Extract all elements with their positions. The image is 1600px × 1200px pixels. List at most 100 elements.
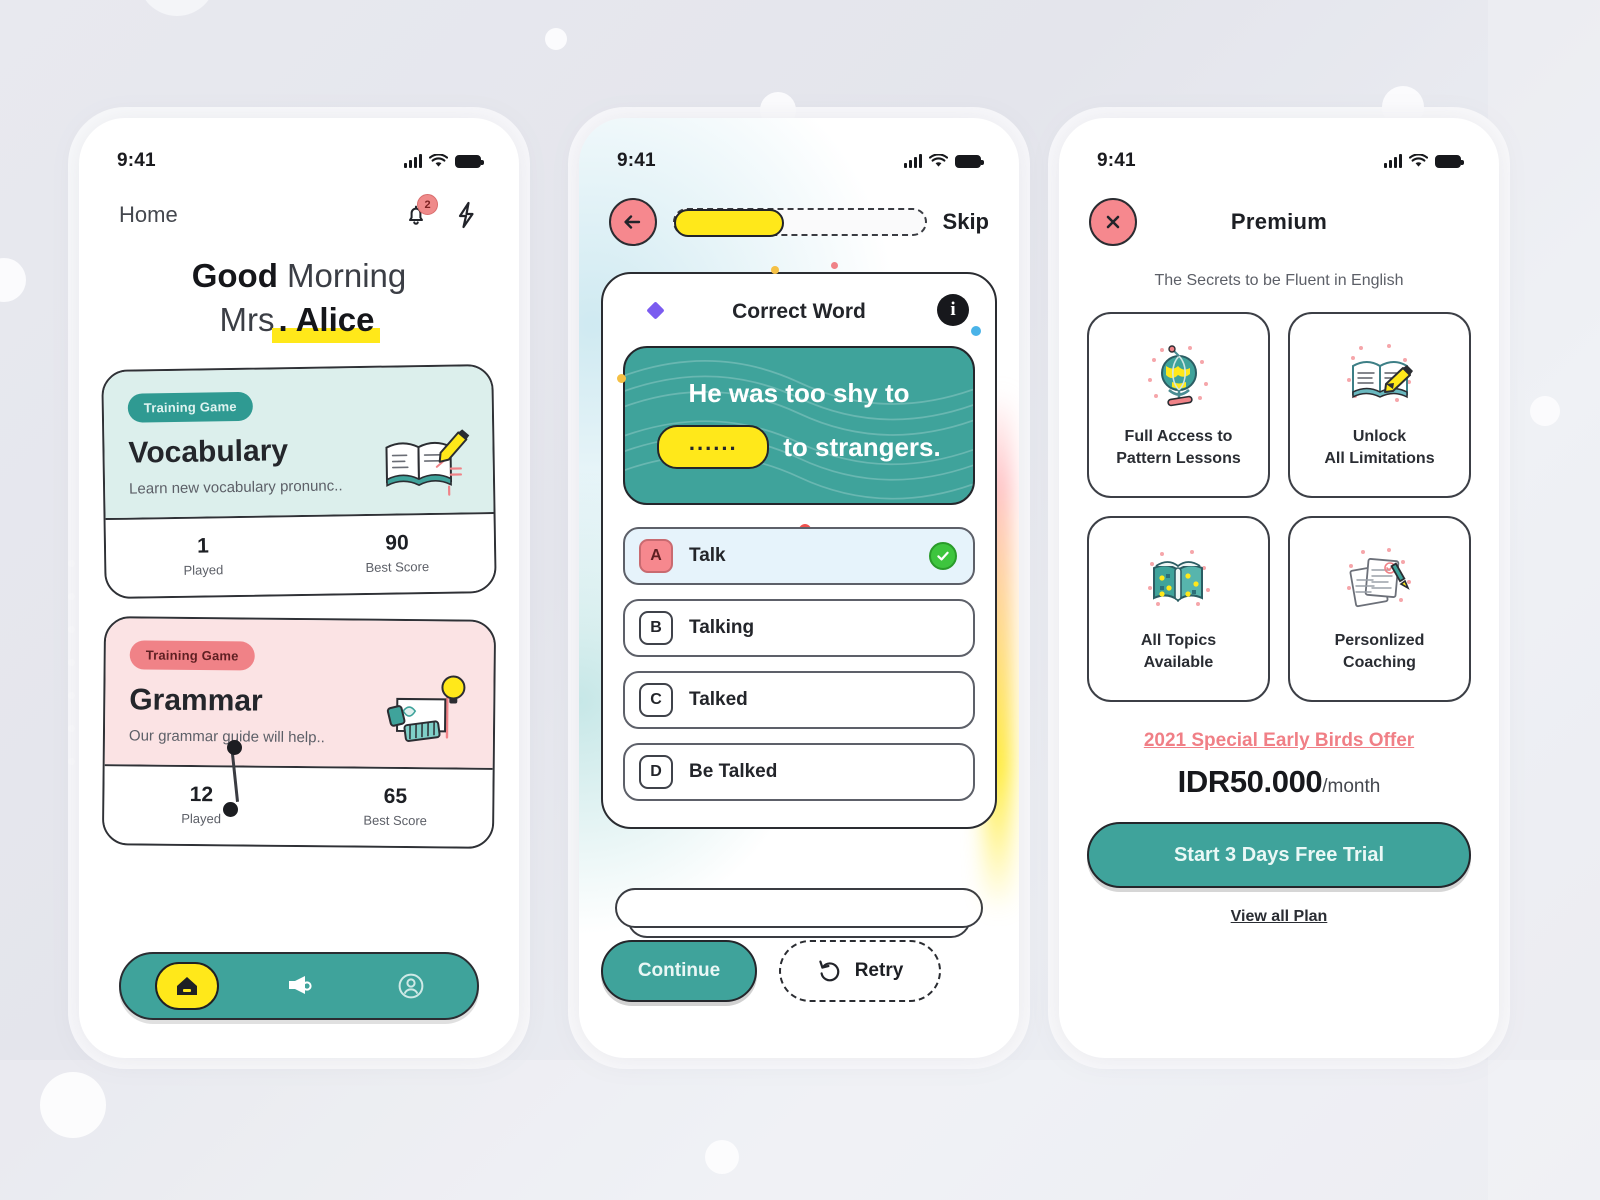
price-block: IDR50.000/month bbox=[1059, 764, 1499, 800]
tab-home[interactable] bbox=[155, 962, 219, 1010]
quiz-footer: Continue Retry bbox=[601, 940, 997, 1002]
answer-option-a[interactable]: A Talk bbox=[623, 527, 975, 585]
answer-option-b[interactable]: B Talking bbox=[623, 599, 975, 657]
undo-arrow-icon bbox=[819, 960, 840, 982]
cellular-signal-icon bbox=[1384, 154, 1402, 168]
start-free-trial-button[interactable]: Start 3 Days Free Trial bbox=[1087, 822, 1471, 888]
quiz-stack-shadow-1 bbox=[615, 888, 983, 928]
phone-home-screen: 9:41 Home 2 Good Morning Mrs . Alice Tra… bbox=[79, 118, 519, 1058]
status-bar: 9:41 bbox=[1059, 118, 1499, 172]
continue-button[interactable]: Continue bbox=[601, 940, 757, 1002]
open-book-pencil-icon bbox=[385, 428, 470, 496]
feature-card-unlock[interactable]: Unlock All Limitations bbox=[1288, 312, 1471, 498]
globe-icon bbox=[1147, 345, 1208, 407]
feature-card-all-topics[interactable]: All Topics Available bbox=[1087, 516, 1270, 702]
check-circle-icon bbox=[929, 542, 957, 570]
status-icons bbox=[404, 154, 484, 168]
stat-value: 65 bbox=[383, 784, 408, 808]
option-text: Talk bbox=[689, 545, 726, 566]
bg-panel-right bbox=[1488, 0, 1600, 1200]
decor-dot-yellow-top bbox=[771, 266, 779, 274]
phone-quiz-screen: 9:41 Skip Correct Word i He was too shy … bbox=[579, 118, 1019, 1058]
status-icons bbox=[904, 154, 984, 168]
feature-line-1: Full Access to bbox=[1124, 428, 1233, 446]
lightning-bolt-icon[interactable] bbox=[453, 200, 479, 230]
bottom-tab-bar bbox=[119, 952, 479, 1020]
game-card-grammar[interactable]: Training Game Grammar Our grammar guide … bbox=[101, 615, 497, 849]
feature-card-coaching[interactable]: Personlized Coaching bbox=[1288, 516, 1471, 702]
notification-badge: 2 bbox=[417, 194, 438, 215]
feature-label: Full Access to Pattern Lessons bbox=[1116, 426, 1240, 469]
cellular-signal-icon bbox=[904, 154, 922, 168]
vocabulary-stat-best-score: 90 Best Score bbox=[300, 513, 495, 593]
grammar-card-body: Training Game Grammar Our grammar guide … bbox=[104, 617, 495, 768]
stat-value: 90 bbox=[385, 530, 409, 555]
feature-line-2: Pattern Lessons bbox=[1116, 450, 1241, 467]
status-time: 9:41 bbox=[1097, 150, 1136, 171]
decor-dot-blue bbox=[971, 326, 981, 336]
answer-option-d[interactable]: D Be Talked bbox=[623, 743, 975, 801]
sentence-line-2: ...... to strangers. bbox=[651, 425, 947, 469]
greeting-block: Good Morning Mrs. Alice bbox=[79, 256, 519, 343]
decor-dot-yellow-left bbox=[617, 374, 626, 383]
answer-option-c[interactable]: C Talked bbox=[623, 671, 975, 729]
feature-label: Unlock All Limitations bbox=[1324, 426, 1434, 469]
special-offer-link[interactable]: 2021 Special Early Birds Offer bbox=[1059, 730, 1499, 752]
bg-circle-left-mid bbox=[0, 258, 26, 302]
stat-label: Best Score bbox=[363, 812, 428, 828]
phone-premium-screen: 9:41 Premium The Secrets to be Fluent in… bbox=[1059, 118, 1499, 1058]
stat-value: 12 bbox=[189, 782, 214, 806]
option-text: Be Talked bbox=[689, 761, 778, 782]
price-amount: IDR50.000 bbox=[1177, 764, 1323, 799]
feature-card-full-access[interactable]: Full Access to Pattern Lessons bbox=[1087, 312, 1270, 498]
sentence-prompt-card: He was too shy to ...... to strangers. bbox=[623, 346, 975, 505]
bg-panel-bottom bbox=[0, 1060, 1600, 1200]
page-title: Premium bbox=[1230, 209, 1328, 234]
greeting-username-highlight: . Alice bbox=[272, 300, 381, 343]
close-button[interactable] bbox=[1089, 198, 1137, 246]
sentence-tail: to strangers. bbox=[783, 431, 941, 462]
answer-blank-slot[interactable]: ...... bbox=[657, 425, 770, 469]
view-all-plan-link[interactable]: View all Plan bbox=[1059, 908, 1499, 926]
vocabulary-stats: 1 Played 90 Best Score bbox=[105, 511, 495, 597]
feature-line-2: Coaching bbox=[1343, 654, 1416, 671]
feature-line-2: All Limitations bbox=[1324, 450, 1435, 467]
back-button[interactable] bbox=[609, 198, 657, 246]
status-bar: 9:41 bbox=[579, 118, 1019, 172]
bg-circle-top-left bbox=[138, 0, 216, 16]
answer-options-list: A Talk B Talking C Talked D Be Talked bbox=[623, 527, 975, 801]
lesson-progress-bar bbox=[673, 208, 927, 237]
feature-line-1: All Topics bbox=[1140, 632, 1217, 650]
quiz-card-header: Correct Word i bbox=[623, 294, 975, 326]
vocabulary-stat-played: 1 Played bbox=[106, 516, 301, 596]
premium-subtitle: The Secrets to be Fluent in English bbox=[1154, 272, 1404, 289]
feature-label: All Topics Available bbox=[1141, 630, 1216, 673]
grammar-stat-best-score: 65 Best Score bbox=[298, 767, 493, 846]
quiz-card-stack: Correct Word i He was too shy to ...... … bbox=[601, 262, 1011, 938]
open-book-icon bbox=[1147, 550, 1210, 607]
price-period: /month bbox=[1322, 776, 1381, 797]
greeting-prefix: Mrs bbox=[219, 301, 275, 339]
skip-button[interactable]: Skip bbox=[943, 209, 989, 235]
close-x-icon bbox=[1106, 215, 1120, 229]
tab-profile[interactable] bbox=[379, 962, 443, 1010]
info-icon[interactable]: i bbox=[937, 294, 969, 326]
quiz-card: Correct Word i He was too shy to ...... … bbox=[601, 262, 997, 829]
stat-label: Played bbox=[183, 561, 224, 578]
game-card-vocabulary[interactable]: Training Game Vocabulary Learn new vocab… bbox=[101, 363, 497, 599]
battery-icon bbox=[455, 154, 484, 168]
vocabulary-card-body: Training Game Vocabulary Learn new vocab… bbox=[103, 365, 494, 518]
book-pencil-icon bbox=[1346, 344, 1413, 403]
feature-line-2: Available bbox=[1143, 654, 1214, 671]
feature-label: Personlized Coaching bbox=[1335, 630, 1425, 673]
quiz-card-title: Correct Word bbox=[732, 300, 866, 323]
progress-fill bbox=[674, 209, 784, 237]
bg-circle-top-mid bbox=[545, 28, 567, 50]
tab-announcements[interactable] bbox=[267, 962, 331, 1010]
decor-dot-pink-top bbox=[831, 262, 838, 269]
sentence-line-1: He was too shy to bbox=[688, 378, 910, 408]
retry-button[interactable]: Retry bbox=[779, 940, 941, 1002]
notifications-button[interactable]: 2 bbox=[401, 194, 438, 230]
wifi-icon bbox=[429, 154, 448, 167]
cellular-signal-icon bbox=[404, 154, 422, 168]
